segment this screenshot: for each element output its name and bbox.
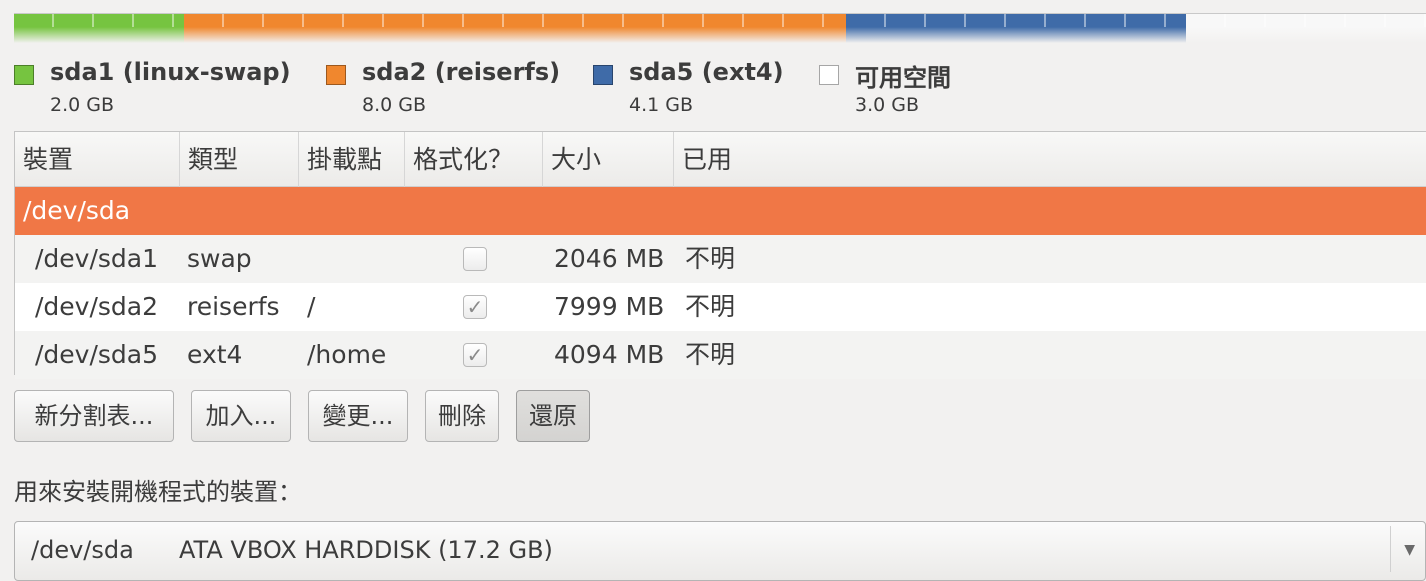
add-button[interactable]: 加入... — [191, 390, 291, 442]
row-used: 不明 — [685, 244, 736, 273]
legend-size: 8.0 GB — [362, 94, 427, 116]
boot-device-value: /dev/sda — [31, 536, 134, 564]
row-size: 7999 MB — [554, 292, 665, 321]
row-used: 不明 — [685, 292, 736, 321]
legend-size: 4.1 GB — [629, 94, 694, 116]
partition-segment-sda2 — [184, 14, 846, 43]
column-header-used[interactable]: 已用 — [674, 132, 1426, 187]
row-device: /dev/sda1 — [35, 244, 159, 273]
column-header-device[interactable]: 裝置 — [15, 132, 180, 187]
partition-bar — [14, 13, 1426, 43]
legend-label: sda5 (ext4) — [629, 58, 784, 86]
boot-device-description: ATA VBOX HARDDISK (17.2 GB) — [179, 536, 553, 564]
delete-button[interactable]: 刪除 — [425, 390, 499, 442]
partition-segment-sda1 — [14, 14, 184, 43]
dropdown-arrow-icon[interactable]: ▼ — [1404, 522, 1415, 578]
partition-table[interactable]: 裝置 類型 掛載點 格式化？ 大小 已用 /dev/sda /dev/sda1 … — [14, 131, 1426, 379]
table-row-disk[interactable]: /dev/sda — [15, 187, 1426, 235]
row-mount: /home — [307, 340, 387, 369]
legend-label: sda1 (linux-swap) — [50, 58, 291, 86]
row-type: reiserfs — [187, 292, 280, 321]
revert-button[interactable]: 還原 — [516, 390, 590, 442]
new-partition-table-button[interactable]: 新分割表... — [14, 390, 174, 442]
check-icon: ✓ — [466, 343, 484, 367]
legend-swatch-sda5 — [593, 65, 613, 85]
boot-loader-label: 用來安裝開機程式的裝置： — [14, 478, 302, 506]
legend-label: 可用空間 — [855, 64, 951, 92]
legend-label: sda2 (reiserfs) — [362, 58, 561, 86]
disk-device: /dev/sda — [23, 196, 131, 225]
column-header-format[interactable]: 格式化？ — [405, 132, 543, 187]
legend-swatch-free — [819, 65, 839, 85]
format-checkbox[interactable]: ✓ — [463, 343, 487, 367]
column-header-size[interactable]: 大小 — [543, 132, 674, 187]
table-row[interactable]: /dev/sda1 swap 2046 MB 不明 — [15, 235, 1426, 283]
row-device: /dev/sda5 — [35, 340, 159, 369]
combo-separator — [1390, 526, 1391, 572]
legend-swatch-sda1 — [14, 65, 34, 85]
partition-legend: sda1 (linux-swap) 2.0 GB sda2 (reiserfs)… — [14, 58, 1426, 122]
format-checkbox[interactable] — [463, 247, 487, 271]
row-type: ext4 — [187, 340, 243, 369]
legend-size: 2.0 GB — [50, 94, 115, 116]
legend-swatch-sda2 — [326, 65, 346, 85]
table-row[interactable]: /dev/sda5 ext4 /home ✓ 4094 MB 不明 — [15, 331, 1426, 379]
column-header-mount[interactable]: 掛載點 — [299, 132, 405, 187]
column-header-type[interactable]: 類型 — [180, 132, 299, 187]
row-used: 不明 — [685, 340, 736, 369]
partition-segment-free — [1186, 14, 1426, 43]
row-size: 2046 MB — [554, 244, 665, 273]
check-icon: ✓ — [466, 295, 484, 319]
legend-size: 3.0 GB — [855, 94, 920, 116]
row-device: /dev/sda2 — [35, 292, 159, 321]
row-type: swap — [187, 244, 252, 273]
boot-loader-device-combo[interactable]: /dev/sda ATA VBOX HARDDISK (17.2 GB) ▼ — [14, 521, 1426, 581]
partition-segment-sda5 — [846, 14, 1186, 43]
row-size: 4094 MB — [554, 340, 665, 369]
row-mount: / — [307, 292, 316, 321]
table-row[interactable]: /dev/sda2 reiserfs / ✓ 7999 MB 不明 — [15, 283, 1426, 331]
format-checkbox[interactable]: ✓ — [463, 295, 487, 319]
change-button[interactable]: 變更... — [308, 390, 408, 442]
table-header: 裝置 類型 掛載點 格式化？ 大小 已用 — [15, 132, 1426, 187]
